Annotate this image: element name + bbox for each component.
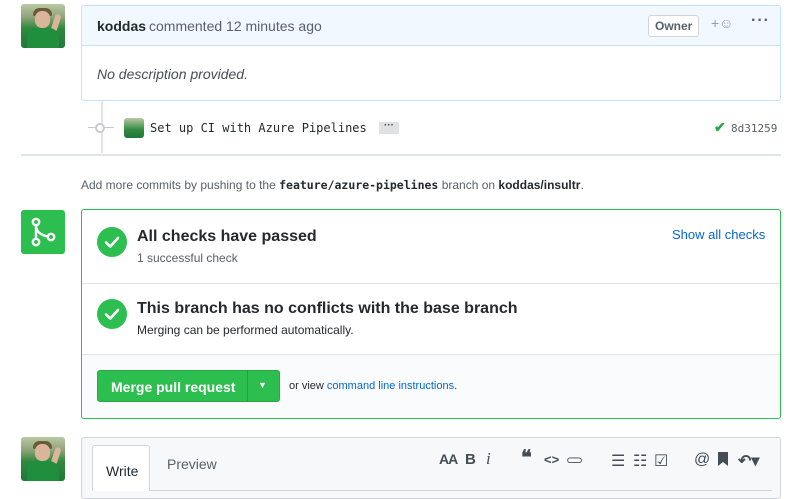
check-icon[interactable]: ✔ bbox=[714, 119, 726, 136]
push-hint: Add more commits by pushing to the featu… bbox=[81, 178, 584, 192]
git-commit-icon bbox=[95, 123, 105, 133]
no-conflicts-icon bbox=[97, 299, 127, 329]
branch-name: feature/azure-pipelines bbox=[279, 178, 439, 192]
comment-timestamp[interactable]: commented 12 minutes ago bbox=[149, 18, 322, 34]
commit-expand-button[interactable]: ··· bbox=[379, 121, 399, 134]
task-list-icon[interactable]: ☑ bbox=[654, 451, 668, 471]
merge-footer: Merge pull request ▼ or view command lin… bbox=[82, 355, 780, 418]
repo-name: koddas/insultr bbox=[498, 178, 581, 192]
comment-editor: Write Preview AA B i ❝ <> ⊂⊃ ☰ ☷ ☑ @ ↶▾ bbox=[81, 437, 781, 499]
tab-write[interactable]: Write bbox=[92, 445, 150, 491]
merge-button-label[interactable]: Merge pull request bbox=[111, 379, 235, 395]
checks-title: All checks have passed bbox=[137, 228, 317, 245]
hint-middle: branch on bbox=[441, 178, 496, 192]
hint-prefix: Add more commits by pushing to the bbox=[81, 178, 276, 192]
comment-body: No description provided. bbox=[97, 66, 248, 82]
show-all-checks-link[interactable]: Show all checks bbox=[672, 227, 765, 242]
checks-subtitle: 1 successful check bbox=[137, 251, 238, 265]
merge-status-box: All checks have passed 1 successful chec… bbox=[81, 209, 781, 419]
button-separator bbox=[247, 371, 248, 401]
checks-passed-icon bbox=[97, 227, 127, 257]
owner-badge: Owner bbox=[648, 15, 700, 37]
more-options-icon[interactable]: ··· bbox=[751, 12, 770, 30]
bold-icon[interactable]: B bbox=[465, 451, 476, 468]
editor-tab-border bbox=[92, 490, 772, 491]
link-icon[interactable]: ⊂⊃ bbox=[566, 453, 583, 467]
hint-suffix: . bbox=[580, 178, 584, 192]
section-divider bbox=[82, 283, 780, 284]
mention-icon[interactable]: @ bbox=[694, 451, 710, 469]
merge-pull-request-button[interactable]: Merge pull request ▼ bbox=[97, 370, 280, 402]
comment-header: koddas commented 12 minutes ago Owner +☺… bbox=[82, 6, 780, 46]
or-view-text: or view bbox=[289, 380, 324, 392]
numbered-list-icon[interactable]: ☷ bbox=[633, 451, 647, 471]
current-user-avatar[interactable] bbox=[21, 437, 65, 481]
italic-icon[interactable]: i bbox=[486, 449, 491, 469]
commenter-avatar[interactable] bbox=[21, 4, 65, 48]
conflicts-subtitle: Merging can be performed automatically. bbox=[137, 323, 354, 337]
code-icon[interactable]: <> bbox=[544, 452, 559, 467]
pr-comment: koddas commented 12 minutes ago Owner +☺… bbox=[81, 5, 781, 101]
conflicts-title: This branch has no conflicts with the ba… bbox=[137, 300, 518, 317]
bulleted-list-icon[interactable]: ☰ bbox=[611, 451, 625, 471]
timeline-divider bbox=[21, 154, 781, 156]
heading-icon[interactable]: AA bbox=[439, 451, 458, 467]
cli-suffix: . bbox=[454, 380, 458, 392]
quote-icon[interactable]: ❝ bbox=[521, 445, 532, 470]
commit-author-avatar[interactable] bbox=[124, 118, 144, 138]
reply-icon[interactable]: ↶▾ bbox=[738, 451, 759, 471]
git-merge-icon bbox=[21, 210, 65, 254]
comment-author[interactable]: koddas bbox=[97, 18, 146, 34]
tab-preview[interactable]: Preview bbox=[167, 456, 217, 472]
commit-sha[interactable]: 8d31259 bbox=[731, 122, 777, 135]
tab-write-label[interactable]: Write bbox=[106, 463, 138, 479]
add-reaction-icon[interactable]: +☺ bbox=[711, 15, 733, 31]
merge-options-caret-icon[interactable]: ▼ bbox=[258, 380, 267, 390]
command-line-instructions-link[interactable]: command line instructions bbox=[327, 380, 454, 392]
saved-replies-bookmark-icon[interactable] bbox=[717, 451, 729, 470]
commit-message[interactable]: Set up CI with Azure Pipelines bbox=[150, 121, 367, 135]
cli-instructions: or view command line instructions. bbox=[289, 380, 457, 392]
